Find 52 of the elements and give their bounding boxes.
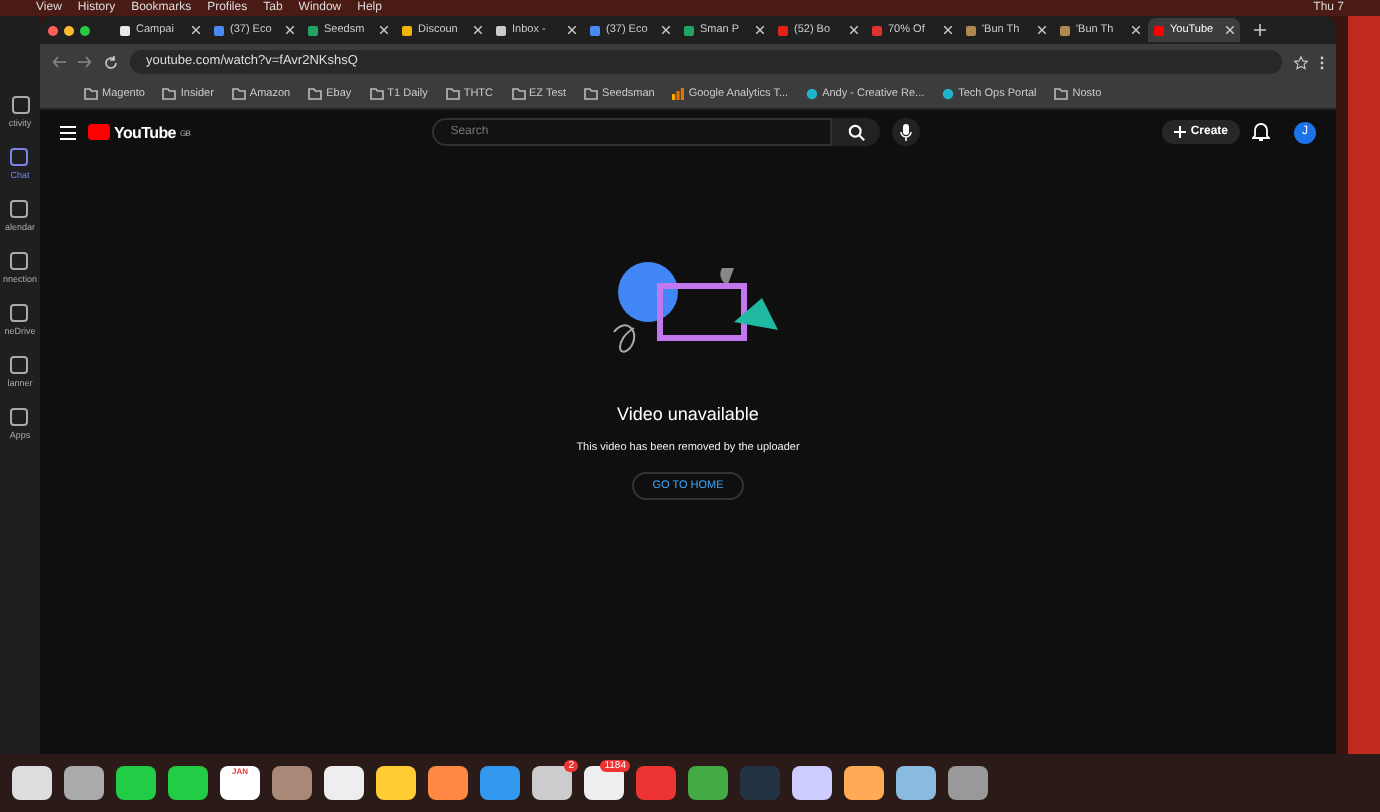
folder-icon (445, 88, 460, 100)
app-icon[interactable] (324, 766, 364, 800)
app-icon[interactable] (12, 766, 52, 800)
forward-icon[interactable] (78, 56, 92, 68)
folder-icon (511, 88, 525, 100)
app-icon[interactable] (116, 766, 156, 800)
back-icon[interactable] (52, 56, 66, 68)
zoom-icon[interactable] (80, 25, 90, 35)
reload-icon[interactable] (104, 55, 118, 69)
minimize-icon[interactable] (64, 25, 74, 35)
folder-icon (584, 88, 599, 100)
close-icon[interactable] (568, 26, 576, 34)
microphone-icon (900, 123, 913, 141)
app-icon[interactable] (896, 766, 936, 800)
folder-icon (369, 88, 384, 100)
app-icon[interactable] (376, 766, 416, 800)
close-icon[interactable] (380, 26, 388, 34)
close-icon[interactable] (1226, 26, 1234, 34)
search-button[interactable] (832, 118, 881, 146)
microphone-button[interactable] (892, 118, 921, 146)
folder-icon (162, 88, 177, 100)
folder-icon (84, 88, 98, 100)
bell-icon[interactable] (1252, 122, 1270, 142)
close-icon[interactable] (1132, 26, 1140, 34)
close-icon[interactable] (662, 26, 670, 34)
star-icon[interactable] (1294, 55, 1308, 69)
favicon-icon (942, 88, 955, 100)
close-icon[interactable] (1038, 26, 1046, 34)
favicon-icon (806, 88, 819, 100)
close-icon[interactable] (850, 26, 858, 34)
plus-icon (1174, 126, 1187, 138)
app-icon[interactable] (948, 766, 988, 800)
error-title: Video unavailable (617, 404, 759, 424)
folder-icon (308, 88, 323, 100)
app-icon[interactable] (168, 766, 208, 800)
close-window-icon[interactable] (48, 25, 58, 35)
app-icon[interactable] (844, 766, 884, 800)
app-icon[interactable] (792, 766, 832, 800)
folder-icon (231, 88, 246, 100)
folder-icon (1054, 88, 1069, 100)
close-icon[interactable] (192, 26, 200, 34)
new-tab-icon[interactable] (1254, 24, 1266, 36)
app-icon[interactable] (64, 766, 104, 800)
close-icon[interactable] (286, 26, 294, 34)
close-icon[interactable] (944, 26, 952, 34)
app-icon[interactable] (428, 766, 468, 800)
close-icon[interactable] (474, 26, 482, 34)
close-icon[interactable] (756, 26, 764, 34)
search-icon (847, 123, 866, 141)
bar-chart-icon (672, 88, 685, 100)
app-icon[interactable] (688, 766, 728, 800)
menu-icon[interactable] (60, 125, 76, 139)
